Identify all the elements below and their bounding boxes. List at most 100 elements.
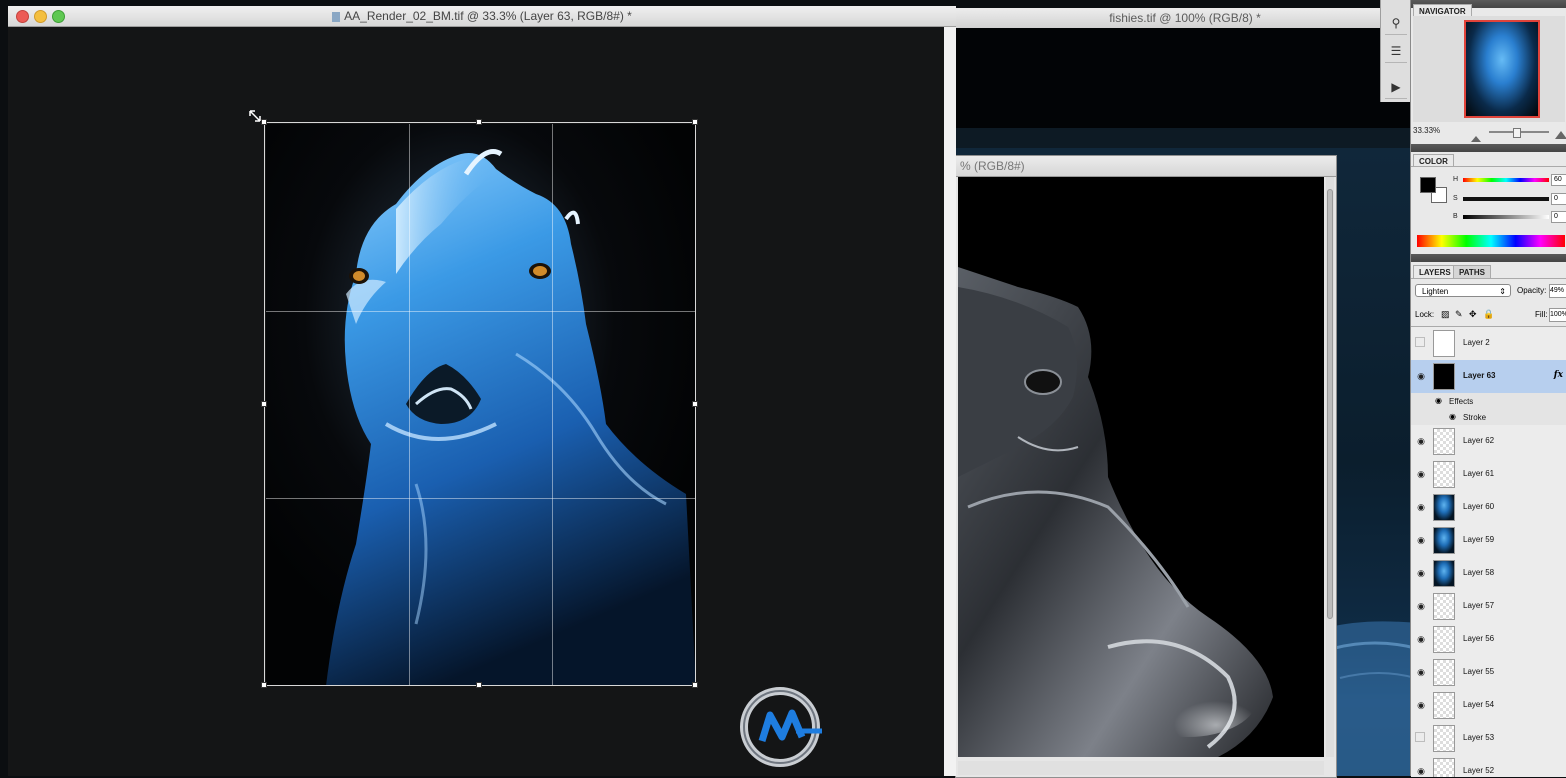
layer-name[interactable]: Layer 61 <box>1463 469 1494 478</box>
layer-name[interactable]: Layer 53 <box>1463 733 1494 742</box>
layer-name[interactable]: Layer 54 <box>1463 700 1494 709</box>
layer-thumbnail[interactable] <box>1433 330 1455 357</box>
layer-thumbnail[interactable] <box>1433 692 1455 719</box>
layer-effects-row[interactable]: ◉ Effects <box>1411 393 1566 410</box>
tab-layers[interactable]: LAYERS <box>1413 265 1457 279</box>
navigator-thumbnail[interactable] <box>1464 20 1540 118</box>
layer-name[interactable]: Layer 60 <box>1463 502 1494 511</box>
visibility-toggle-empty[interactable] <box>1415 732 1425 742</box>
play-action-icon[interactable]: ▶ <box>1385 76 1407 99</box>
brightness-slider[interactable] <box>1463 215 1549 219</box>
minimize-button[interactable] <box>34 10 47 23</box>
layer-thumbnail[interactable] <box>1433 593 1455 620</box>
lock-move-icon[interactable]: ✥ <box>1469 309 1477 320</box>
lock-transparency-icon[interactable]: ▨ <box>1441 309 1450 320</box>
layer-row[interactable]: ◉ Layer 60 <box>1411 491 1566 525</box>
layer-thumbnail[interactable] <box>1433 659 1455 686</box>
layer-row[interactable]: Layer 53 <box>1411 722 1566 756</box>
layer-row[interactable]: ◉ Layer 61 <box>1411 458 1566 492</box>
layer-thumbnail[interactable] <box>1433 494 1455 521</box>
layer-name[interactable]: Layer 58 <box>1463 568 1494 577</box>
tab-paths[interactable]: PATHS <box>1453 265 1491 279</box>
transform-handle-bottom[interactable] <box>476 682 482 688</box>
layer-thumbnail[interactable] <box>1433 626 1455 653</box>
layer-thumbnail[interactable] <box>1433 758 1455 777</box>
visibility-eye-icon[interactable]: ◉ <box>1415 635 1427 644</box>
layer-thumbnail[interactable] <box>1433 363 1455 390</box>
color-spectrum-bar[interactable] <box>1417 235 1565 247</box>
fill-field[interactable]: 100% <box>1549 308 1566 322</box>
effect-visibility-eye-icon[interactable]: ◉ <box>1449 412 1456 421</box>
layer-row[interactable]: ◉ Layer 59 <box>1411 524 1566 558</box>
transform-handle-top-right[interactable] <box>692 119 698 125</box>
layer-name[interactable]: Layer 63 <box>1463 371 1495 380</box>
layer-thumbnail[interactable] <box>1433 428 1455 455</box>
render-document-window[interactable]: AA_Render_02_BM.tif @ 33.3% (Layer 63, R… <box>8 6 956 776</box>
visibility-eye-icon[interactable]: ◉ <box>1415 569 1427 578</box>
layer-thumbnail[interactable] <box>1433 461 1455 488</box>
layer-name[interactable]: Layer 2 <box>1463 338 1490 347</box>
zoom-in-icon[interactable] <box>1555 126 1566 144</box>
sculpt-canvas[interactable] <box>958 177 1324 757</box>
transform-bounding-box[interactable] <box>264 122 696 686</box>
layer-row[interactable]: Layer 2 <box>1411 327 1566 361</box>
zoom-slider-thumb[interactable] <box>1513 128 1521 138</box>
layer-name[interactable]: Layer 52 <box>1463 766 1494 775</box>
s-value-field[interactable]: 0 <box>1551 193 1566 205</box>
layer-name[interactable]: Layer 56 <box>1463 634 1494 643</box>
sculpt-vertical-scrollbar[interactable] <box>1326 177 1334 757</box>
render-canvas[interactable] <box>10 27 944 776</box>
zoom-out-icon[interactable] <box>1471 129 1485 142</box>
layer-row[interactable]: ◉ Layer 62 <box>1411 425 1566 459</box>
effect-visibility-eye-icon[interactable]: ◉ <box>1435 396 1442 405</box>
transform-handle-bottom-left[interactable] <box>261 682 267 688</box>
foreground-color-swatch[interactable] <box>1420 177 1436 193</box>
layer-row[interactable]: ◉ Layer 55 <box>1411 656 1566 690</box>
sculpt-document-window[interactable]: % (RGB/8#) <box>955 155 1337 778</box>
layer-name[interactable]: Layer 57 <box>1463 601 1494 610</box>
layer-stroke-effect-row[interactable]: ◉ Stroke <box>1411 409 1566 426</box>
layer-name[interactable]: Layer 62 <box>1463 436 1494 445</box>
visibility-eye-icon[interactable]: ◉ <box>1415 470 1427 479</box>
scroll-thumb[interactable] <box>1327 189 1333 619</box>
sculpt-horizontal-scrollbar[interactable] <box>958 761 1324 775</box>
saturation-slider[interactable] <box>1463 197 1549 201</box>
visibility-eye-icon[interactable]: ◉ <box>1415 701 1427 710</box>
opacity-field[interactable]: 49% <box>1549 284 1566 298</box>
transform-handle-top[interactable] <box>476 119 482 125</box>
navigator-zoom-slider[interactable] <box>1489 128 1549 138</box>
layer-row[interactable]: ◉ Layer 57 <box>1411 590 1566 624</box>
visibility-eye-icon[interactable]: ◉ <box>1415 767 1427 776</box>
layer-row[interactable]: ◉ Layer 63 fx <box>1411 360 1566 394</box>
layer-name[interactable]: Layer 59 <box>1463 535 1494 544</box>
visibility-eye-icon[interactable]: ◉ <box>1415 437 1427 446</box>
b-value-field[interactable]: 0 <box>1551 211 1566 223</box>
visibility-eye-icon[interactable]: ◉ <box>1415 503 1427 512</box>
visibility-eye-icon[interactable]: ◉ <box>1415 668 1427 677</box>
layer-row[interactable]: ◉ Layer 56 <box>1411 623 1566 657</box>
layer-thumbnail[interactable] <box>1433 527 1455 554</box>
layer-row[interactable]: ◉ Layer 54 <box>1411 689 1566 723</box>
blend-mode-select[interactable]: Lighten ⇕ <box>1415 284 1511 297</box>
transform-handle-bottom-right[interactable] <box>692 682 698 688</box>
layer-thumbnail[interactable] <box>1433 560 1455 587</box>
render-vertical-scrollbar[interactable] <box>944 27 956 776</box>
usb-tool-icon[interactable]: ⚲ <box>1385 12 1407 35</box>
layer-name[interactable]: Layer 55 <box>1463 667 1494 676</box>
close-button[interactable] <box>16 10 29 23</box>
h-value-field[interactable]: 60 <box>1551 174 1566 186</box>
visibility-eye-icon[interactable]: ◉ <box>1415 602 1427 611</box>
visibility-eye-icon[interactable]: ◉ <box>1415 372 1427 381</box>
lock-brush-icon[interactable]: ✎ <box>1455 309 1463 320</box>
layer-thumbnail[interactable] <box>1433 725 1455 752</box>
zoom-button[interactable] <box>52 10 65 23</box>
adjust-tool-icon[interactable]: ☰ <box>1385 40 1407 63</box>
layer-row[interactable]: ◉ Layer 58 <box>1411 557 1566 591</box>
lock-all-icon[interactable]: 🔒 <box>1483 309 1494 320</box>
visibility-eye-icon[interactable]: ◉ <box>1415 536 1427 545</box>
visibility-toggle-empty[interactable] <box>1415 337 1425 347</box>
transform-handle-right[interactable] <box>692 401 698 407</box>
layer-effects-fx-icon[interactable]: fx <box>1554 370 1563 380</box>
hue-slider[interactable] <box>1463 178 1549 182</box>
navigator-zoom-value[interactable]: 33.33% <box>1413 126 1440 135</box>
